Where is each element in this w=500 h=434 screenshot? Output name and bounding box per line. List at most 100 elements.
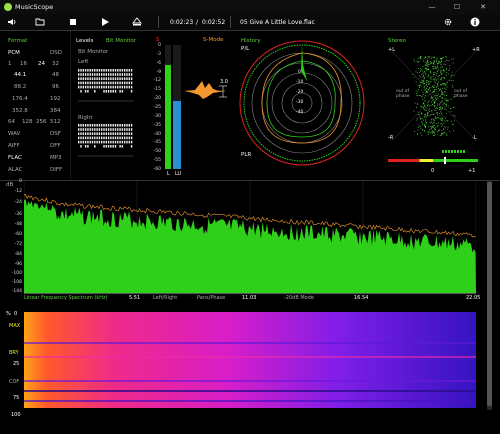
- spectrum-y-tick: -36: [14, 212, 22, 217]
- bit-cell: [98, 81, 101, 85]
- stereo-point: [422, 98, 424, 100]
- format-alac: ALAC: [8, 167, 23, 173]
- stereo-point: [437, 103, 439, 105]
- stereo-point: [438, 129, 440, 131]
- close-button[interactable]: ✕: [477, 2, 489, 12]
- bit-cell: [96, 128, 98, 131]
- stereo-point: [439, 118, 441, 119]
- stereo-point: [426, 122, 427, 124]
- bit-cell: [117, 128, 119, 131]
- spectrum-panel: dB 0 -12 -24 -36 -48 -60 -72 -84 -96 -100 -108 -144…: [0, 179, 487, 305]
- stereo-point: [431, 56, 433, 58]
- bit-cell: [128, 73, 130, 76]
- volume-icon[interactable]: [7, 17, 17, 27]
- stereo-point: [424, 95, 426, 96]
- bit-cell: [124, 124, 126, 127]
- bit-cell: [96, 73, 98, 76]
- spectrum-y-tick: -48: [14, 222, 22, 227]
- stereo-point: [413, 58, 415, 60]
- stereo-point: [440, 106, 442, 108]
- stereo-point: [427, 75, 429, 77]
- stereo-point: [434, 67, 436, 69]
- gear-icon[interactable]: [443, 17, 453, 27]
- scrollbar-thumb[interactable]: [487, 182, 492, 406]
- stereo-point: [433, 131, 434, 133]
- bit-cell: [89, 69, 91, 72]
- stereo-point: [432, 135, 434, 136]
- stereo-point: [434, 102, 436, 104]
- stereo-point: [429, 56, 430, 57]
- bit-cell: [80, 90, 82, 93]
- open-folder-icon[interactable]: [35, 17, 45, 27]
- stereo-point: [428, 74, 430, 76]
- stereo-point: [418, 75, 420, 77]
- stereo-point: [450, 111, 452, 113]
- stereo-point: [431, 62, 433, 63]
- spectrum-y-tick: -24: [14, 200, 22, 205]
- stereo-point: [424, 104, 426, 106]
- vertical-scrollbar[interactable]: [487, 180, 492, 410]
- stereo-point: [448, 70, 450, 71]
- stereo-point: [434, 132, 435, 134]
- bit-cell: [121, 132, 124, 135]
- stereo-point: [426, 88, 428, 89]
- bit-cell: [121, 136, 124, 140]
- stereo-point: [432, 133, 434, 135]
- pans-phase-toggle[interactable]: Pans/Phase: [197, 295, 225, 301]
- stereo-point: [433, 103, 435, 104]
- maximize-button[interactable]: ☐: [451, 2, 463, 12]
- stereo-point: [443, 122, 445, 124]
- bit-cell: [119, 132, 121, 135]
- spectrum-y-tick: -12: [14, 189, 22, 194]
- meter-scale-tick: -35: [153, 122, 161, 128]
- stereo-point: [439, 89, 441, 91]
- stereo-point: [444, 125, 446, 127]
- stereo-point: [440, 63, 442, 65]
- left-right-toggle[interactable]: Left/Right: [153, 295, 177, 301]
- bit-cell: [91, 136, 94, 140]
- bit-cell: [121, 85, 124, 89]
- stereo-point: [421, 74, 423, 75]
- stereo-point: [441, 133, 442, 135]
- bit-cell: [78, 77, 80, 80]
- bit-cell: [112, 124, 114, 127]
- stereo-point: [423, 72, 425, 73]
- stereo-point: [419, 126, 421, 128]
- play-icon[interactable]: [100, 17, 110, 27]
- stereo-point: [424, 76, 426, 78]
- eject-icon[interactable]: [132, 17, 142, 27]
- stereo-point: [436, 86, 437, 88]
- db-mode-toggle[interactable]: -20dB Mode: [284, 295, 314, 301]
- stereo-point: [432, 98, 434, 100]
- stereo-point: [425, 125, 426, 127]
- stereo-point: [414, 102, 416, 104]
- bit-cell: [96, 140, 98, 144]
- bit-cell: [112, 128, 114, 131]
- stereo-point: [436, 122, 438, 124]
- bit-cell: [130, 145, 133, 148]
- meter-scale-tick: -3: [156, 51, 162, 57]
- stereo-point: [437, 62, 438, 64]
- bit-cell: [89, 73, 91, 76]
- stereo-point: [440, 73, 442, 75]
- stereo-point: [428, 105, 430, 107]
- stereo-point: [431, 121, 433, 123]
- stereo-point: [417, 58, 419, 60]
- stop-icon[interactable]: [68, 17, 78, 27]
- stereo-point: [438, 109, 440, 111]
- bit-cell: [94, 90, 96, 93]
- info-icon[interactable]: [470, 17, 480, 27]
- bit-cell: [105, 77, 107, 80]
- bit-cell: [119, 128, 121, 131]
- bit-cell: [98, 85, 101, 89]
- bit-cell: [126, 81, 128, 85]
- bits-16: 16: [20, 61, 27, 67]
- bit-cell: [91, 140, 94, 144]
- minimize-button[interactable]: —: [426, 2, 438, 12]
- bit-cell: [124, 69, 126, 72]
- bit-cell: [107, 73, 110, 76]
- app-logo-icon: [4, 3, 12, 11]
- stereo-point: [446, 59, 448, 61]
- stereo-point: [442, 83, 444, 85]
- stereo-point: [431, 123, 433, 125]
